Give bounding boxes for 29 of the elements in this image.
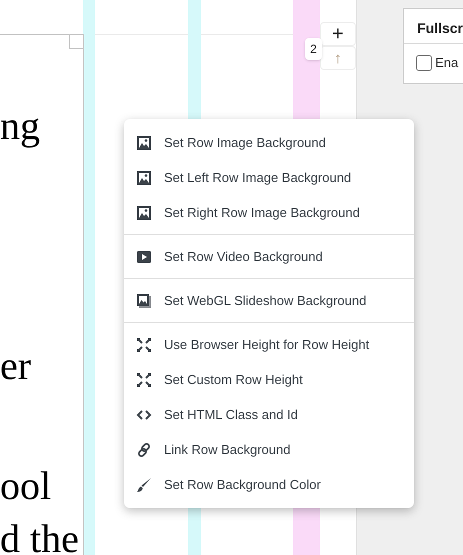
- editor-text: ool: [0, 466, 52, 506]
- menu-item[interactable]: Set Right Row Image Background: [124, 195, 414, 230]
- menu-item[interactable]: Set Left Row Image Background: [124, 160, 414, 195]
- menu-item[interactable]: Use Browser Height for Row Height: [124, 327, 414, 362]
- picture-icon: [136, 134, 152, 150]
- row-number-badge: 2: [305, 38, 322, 60]
- checkbox[interactable]: [416, 54, 432, 71]
- picture-icon: [136, 204, 152, 220]
- expand-icon: [136, 372, 152, 388]
- picture-icon: [136, 170, 152, 186]
- menu-item[interactable]: Set Row Background Color: [124, 467, 414, 502]
- panel-title: Fullscr: [404, 9, 463, 44]
- menu-item[interactable]: Set Row Image Background: [124, 125, 414, 160]
- menu-item[interactable]: Set Row Video Background: [124, 239, 414, 274]
- link-icon: [136, 442, 152, 458]
- resize-handle[interactable]: [69, 35, 83, 49]
- menu-item[interactable]: Set HTML Class and Id: [124, 397, 414, 432]
- images-icon: [136, 292, 152, 308]
- brush-icon: [136, 476, 152, 492]
- add-button[interactable]: +: [320, 22, 356, 46]
- editor-text: d the: [0, 519, 79, 555]
- expand-icon: [136, 336, 152, 352]
- menu-item[interactable]: Set Custom Row Height: [124, 362, 414, 397]
- play-icon: [136, 248, 152, 264]
- menu-item[interactable]: Link Row Background: [124, 432, 414, 467]
- checkbox-label: Ena: [435, 54, 458, 72]
- editor-text: ng: [0, 106, 40, 146]
- editor-text: er: [0, 346, 32, 386]
- menu-item[interactable]: Set WebGL Slideshow Background: [124, 283, 414, 318]
